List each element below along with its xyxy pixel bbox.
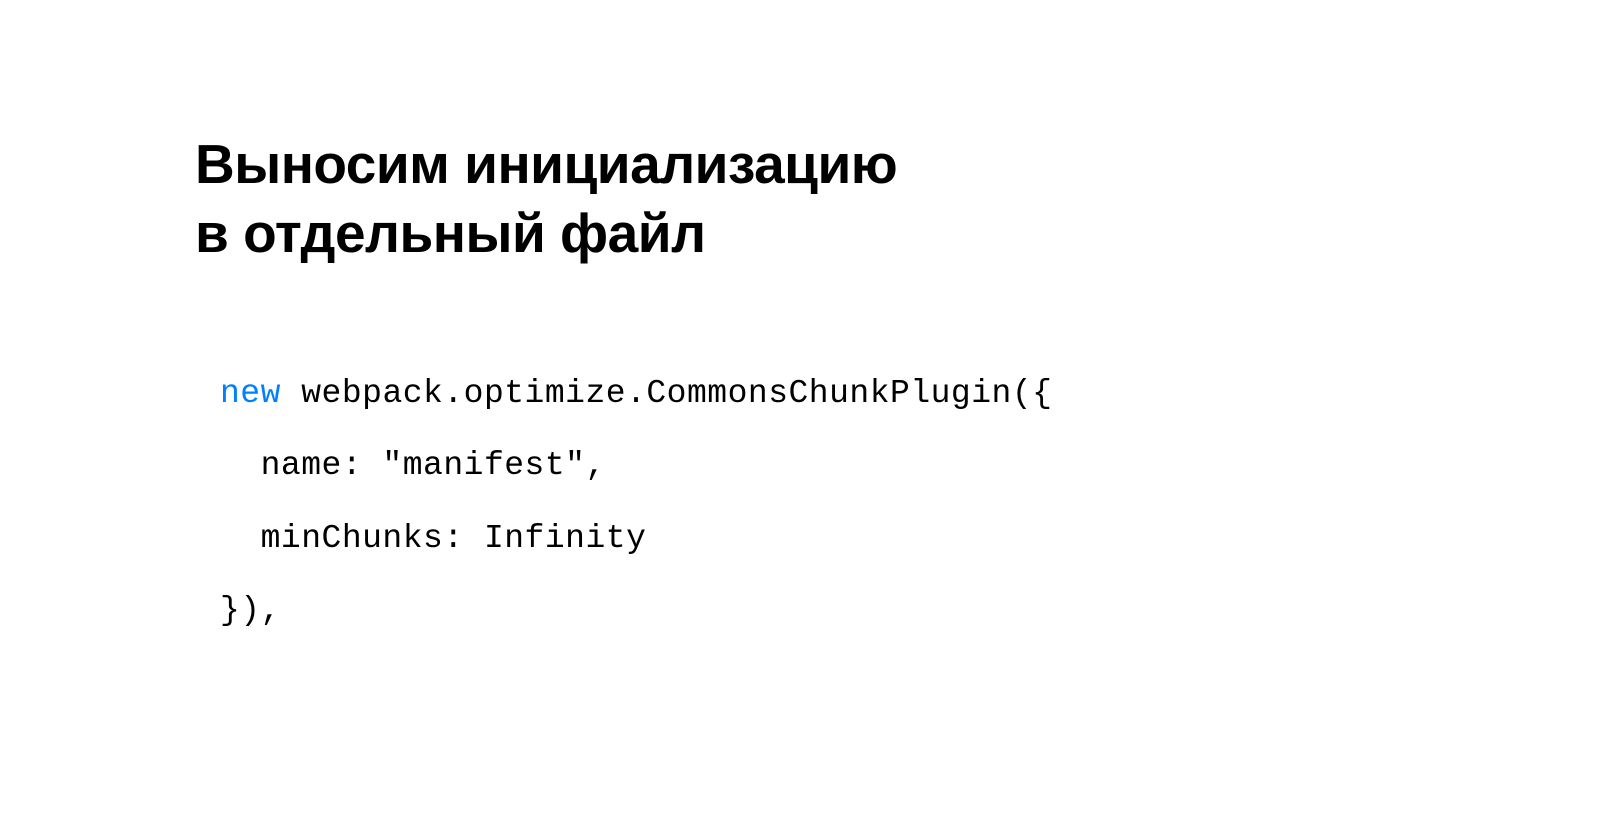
title-line-2: в отдельный файл bbox=[195, 202, 706, 264]
code-line-3: minChunks: Infinity bbox=[220, 520, 646, 557]
code-line-2: name: "manifest", bbox=[220, 447, 606, 484]
title-line-1: Выносим инициализацию bbox=[195, 133, 897, 195]
code-line-4: }), bbox=[220, 592, 281, 629]
slide-container: Выносим инициализацию в отдельный файл n… bbox=[0, 0, 1600, 813]
code-line-1-rest: webpack.optimize.CommonsChunkPlugin({ bbox=[281, 375, 1053, 412]
slide-title: Выносим инициализацию в отдельный файл bbox=[195, 130, 1600, 268]
code-block: new webpack.optimize.CommonsChunkPlugin(… bbox=[195, 358, 1600, 648]
code-keyword: new bbox=[220, 375, 281, 412]
